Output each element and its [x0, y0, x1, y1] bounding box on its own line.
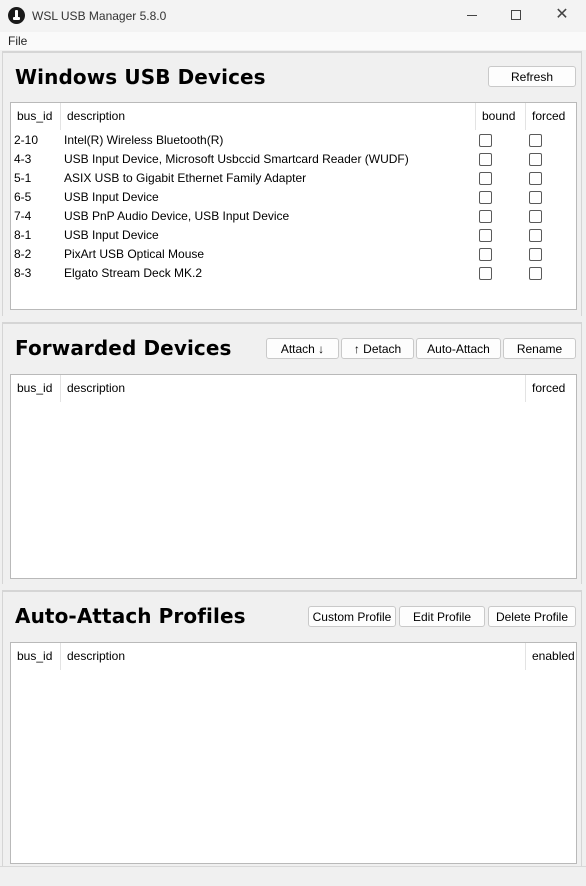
table-row[interactable]: 4-3 USB Input Device, Microsoft Usbccid …	[11, 150, 576, 169]
forced-checkbox[interactable]	[529, 248, 542, 261]
auto-attach-profiles-table: bus_id description enabled	[10, 642, 577, 864]
forced-checkbox[interactable]	[529, 267, 542, 280]
bus-id-cell: 6-5	[14, 190, 32, 204]
description-cell: USB PnP Audio Device, USB Input Device	[64, 209, 290, 223]
table-row[interactable]: 8-2 PixArt USB Optical Mouse	[11, 245, 576, 264]
table-row[interactable]: 8-3 Elgato Stream Deck MK.2	[11, 264, 576, 283]
bus-id-cell: 7-4	[14, 209, 32, 223]
bus-id-cell: 8-2	[14, 247, 32, 261]
bus-id-cell: 2-10	[14, 133, 39, 147]
auto-attach-profiles-title: Auto-Attach Profiles	[15, 604, 246, 628]
close-button[interactable]: ✕	[539, 0, 585, 30]
attach-button[interactable]: Attach ↓	[266, 338, 339, 359]
close-icon: ✕	[555, 6, 569, 23]
column-header-description[interactable]: description	[61, 375, 526, 402]
detach-button[interactable]: ↑ Detach	[341, 338, 414, 359]
title-bar: WSL USB Manager 5.8.0 ✕	[0, 0, 586, 32]
windows-usb-devices-title: Windows USB Devices	[15, 65, 266, 89]
refresh-button[interactable]: Refresh	[488, 66, 576, 87]
auto-attach-profiles-section: Auto-Attach Profiles Custom Profile Edit…	[2, 590, 582, 866]
minimize-icon	[467, 14, 477, 16]
description-cell: Elgato Stream Deck MK.2	[64, 266, 203, 280]
column-header-description[interactable]: description	[61, 643, 526, 670]
bound-checkbox[interactable]	[479, 248, 492, 261]
description-cell: USB Input Device, Microsoft Usbccid Smar…	[64, 152, 409, 166]
bound-checkbox[interactable]	[479, 134, 492, 147]
bus-id-cell: 4-3	[14, 152, 32, 166]
description-cell: Intel(R) Wireless Bluetooth(R)	[64, 133, 224, 147]
table-row[interactable]: 8-1 USB Input Device	[11, 226, 576, 245]
bus-id-cell: 8-3	[14, 266, 32, 280]
column-header-bus-id[interactable]: bus_id	[11, 643, 61, 670]
auto-attach-button[interactable]: Auto-Attach	[416, 338, 501, 359]
forced-checkbox[interactable]	[529, 210, 542, 223]
description-cell: USB Input Device	[64, 190, 159, 204]
table-header: bus_id description forced	[11, 375, 576, 402]
edit-profile-button[interactable]: Edit Profile	[399, 606, 485, 627]
bound-checkbox[interactable]	[479, 191, 492, 204]
forced-checkbox[interactable]	[529, 191, 542, 204]
windows-usb-table: bus_id description bound forced 2-10 Int…	[10, 102, 577, 310]
delete-profile-button[interactable]: Delete Profile	[488, 606, 576, 627]
table-row[interactable]: 7-4 USB PnP Audio Device, USB Input Devi…	[11, 207, 576, 226]
window-title: WSL USB Manager 5.8.0	[32, 9, 167, 23]
maximize-button[interactable]	[493, 0, 539, 30]
column-header-enabled[interactable]: enabled	[526, 643, 578, 670]
forwarded-devices-table: bus_id description forced	[10, 374, 577, 579]
column-header-description[interactable]: description	[61, 103, 476, 130]
table-header: bus_id description bound forced	[11, 103, 576, 130]
forced-checkbox[interactable]	[529, 229, 542, 242]
forwarded-devices-title: Forwarded Devices	[15, 336, 232, 360]
bound-checkbox[interactable]	[479, 229, 492, 242]
description-cell: USB Input Device	[64, 228, 159, 242]
table-row[interactable]: 5-1 ASIX USB to Gigabit Ethernet Family …	[11, 169, 576, 188]
forced-checkbox[interactable]	[529, 134, 542, 147]
description-cell: ASIX USB to Gigabit Ethernet Family Adap…	[64, 171, 307, 185]
status-bar	[0, 866, 586, 886]
table-row[interactable]: 6-5 USB Input Device	[11, 188, 576, 207]
column-header-forced[interactable]: forced	[526, 375, 578, 402]
bus-id-cell: 8-1	[14, 228, 32, 242]
column-header-bus-id[interactable]: bus_id	[11, 375, 61, 402]
custom-profile-button[interactable]: Custom Profile	[308, 606, 396, 627]
table-row[interactable]: 2-10 Intel(R) Wireless Bluetooth(R)	[11, 131, 576, 150]
table-header: bus_id description enabled	[11, 643, 576, 670]
bound-checkbox[interactable]	[479, 267, 492, 280]
maximize-icon	[511, 10, 521, 20]
forwarded-devices-section: Forwarded Devices Attach ↓ ↑ Detach Auto…	[2, 322, 582, 584]
minimize-button[interactable]	[449, 0, 495, 30]
column-header-bound[interactable]: bound	[476, 103, 526, 130]
menu-file[interactable]: File	[8, 34, 27, 48]
usb-app-icon	[8, 7, 25, 24]
bound-checkbox[interactable]	[479, 210, 492, 223]
column-header-forced[interactable]: forced	[526, 103, 578, 130]
bound-checkbox[interactable]	[479, 153, 492, 166]
windows-usb-devices-section: Windows USB Devices Refresh bus_id descr…	[2, 51, 582, 316]
forced-checkbox[interactable]	[529, 172, 542, 185]
bound-checkbox[interactable]	[479, 172, 492, 185]
column-header-bus-id[interactable]: bus_id	[11, 103, 61, 130]
bus-id-cell: 5-1	[14, 171, 32, 185]
menu-bar: File	[0, 32, 586, 50]
rename-button[interactable]: Rename	[503, 338, 576, 359]
forced-checkbox[interactable]	[529, 153, 542, 166]
description-cell: PixArt USB Optical Mouse	[64, 247, 205, 261]
